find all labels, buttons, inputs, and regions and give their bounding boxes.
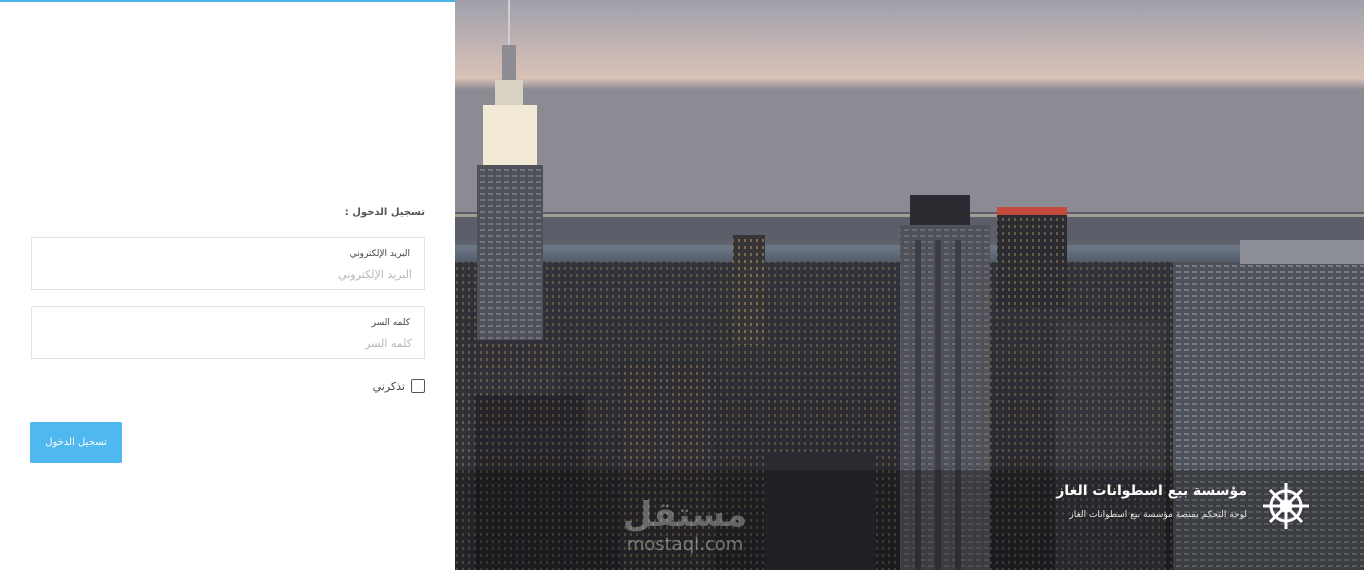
remember-checkbox[interactable]	[411, 379, 425, 393]
email-input[interactable]	[44, 264, 412, 284]
remember-label: تذكرني	[372, 379, 405, 393]
form-title: تسجيل الدخول :	[344, 207, 425, 218]
mostaql-watermark: مستقل mostaql.com	[605, 495, 765, 560]
watermark-domain: mostaql.com	[626, 534, 744, 555]
password-input[interactable]	[44, 333, 412, 353]
watermark-arabic: مستقل	[622, 495, 748, 535]
brand-title: مؤسسة بيع اسطوانات الغاز	[1056, 483, 1247, 499]
email-field[interactable]: البريد الإلكتروني	[31, 237, 425, 290]
hero-image: مستقل mostaql.com مؤسسة بيع اسطوانات الغ…	[455, 0, 1364, 570]
password-label: كلمه السر	[371, 318, 410, 328]
login-button[interactable]: تسجيل الدخول	[30, 422, 122, 463]
email-label: البريد الإلكتروني	[349, 249, 410, 259]
brand-subtitle: لوحة التحكم بمنصة مؤسسة بيع اسطوانات الغ…	[1069, 510, 1247, 520]
ship-wheel-icon	[1263, 483, 1309, 529]
remember-me[interactable]: تذكرني	[373, 379, 425, 393]
login-panel: تسجيل الدخول : البريد الإلكتروني كلمه ال…	[0, 0, 455, 570]
password-field[interactable]: كلمه السر	[31, 306, 425, 359]
login-page: تسجيل الدخول : البريد الإلكتروني كلمه ال…	[0, 0, 1364, 570]
brand-block: مؤسسة بيع اسطوانات الغاز لوحة التحكم بمن…	[1056, 480, 1340, 530]
